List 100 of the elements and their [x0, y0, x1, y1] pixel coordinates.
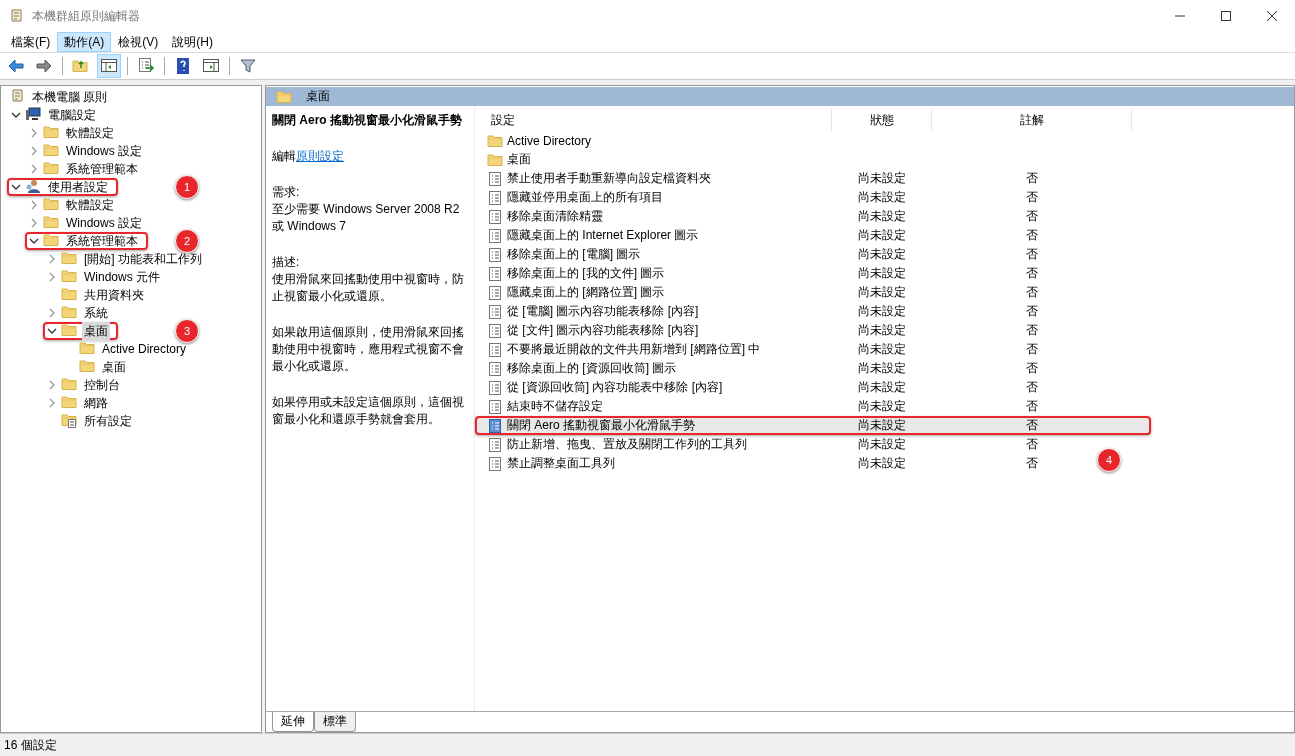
setting-name[interactable]: 移除桌面上的 [我的文件] 圖示: [507, 265, 665, 282]
folder-up-icon[interactable]: [72, 57, 90, 75]
tree-item[interactable]: 共用資料夾: [82, 285, 146, 305]
setting-name[interactable]: 隱藏並停用桌面上的所有項目: [507, 189, 663, 206]
chevron-right-icon[interactable]: [47, 308, 57, 318]
folder-name[interactable]: 桌面: [507, 151, 531, 168]
menu-item[interactable]: 說明(H): [165, 32, 220, 52]
setting-name[interactable]: 禁止調整桌面工具列: [507, 455, 615, 472]
list-row[interactable]: 移除桌面上的 [電腦] 圖示 尚未設定 否: [475, 245, 1080, 264]
setting-name[interactable]: 移除桌面清除精靈: [507, 208, 603, 225]
tree-item[interactable]: 本機電腦 原則: [30, 87, 110, 107]
chevron-right-icon[interactable]: [47, 272, 57, 282]
policy-settings-link[interactable]: 原則設定: [296, 149, 344, 163]
setting-name[interactable]: 從 [資源回收筒] 內容功能表中移除 [內容]: [507, 379, 723, 396]
list-row[interactable]: 移除桌面清除精靈 尚未設定 否: [475, 207, 1080, 226]
setting-name[interactable]: 移除桌面上的 [資源回收筒] 圖示: [507, 360, 677, 377]
forward-arrow-icon[interactable]: [35, 57, 53, 75]
list-row[interactable]: 結束時不儲存設定 尚未設定 否: [475, 397, 1080, 416]
list-row[interactable]: 禁止調整桌面工具列 尚未設定 否: [475, 454, 1080, 473]
tree-item[interactable]: 軟體設定: [64, 195, 116, 215]
chevron-right-icon[interactable]: [29, 218, 39, 228]
setting-icon: [487, 322, 503, 339]
setting-name[interactable]: 移除桌面上的 [電腦] 圖示: [507, 246, 641, 263]
chevron-down-icon[interactable]: [11, 182, 21, 192]
chevron-down-icon[interactable]: [11, 110, 21, 120]
folder-name[interactable]: Active Directory: [507, 133, 592, 148]
chevron-down-icon[interactable]: [29, 236, 39, 246]
list-row[interactable]: 防止新增、拖曳、置放及關閉工作列的工具列 尚未設定 否: [475, 435, 1080, 454]
menu-item[interactable]: 檢視(V): [111, 32, 166, 52]
list-row[interactable]: 從 [資源回收筒] 內容功能表中移除 [內容] 尚未設定 否: [475, 378, 1080, 397]
tree-item[interactable]: 軟體設定: [64, 123, 116, 143]
chevron-right-icon[interactable]: [29, 146, 39, 156]
chevron-right-icon[interactable]: [29, 164, 39, 174]
column-header[interactable]: 狀態: [832, 109, 932, 131]
tree-item[interactable]: 系統管理範本: [64, 231, 140, 251]
chevron-right-icon[interactable]: [29, 200, 39, 210]
setting-name[interactable]: 不要將最近開啟的文件共用新增到 [網路位置] 中: [507, 341, 761, 358]
column-header[interactable]: 設定: [475, 109, 832, 131]
tree-item[interactable]: 電腦設定: [46, 105, 98, 125]
tree-item[interactable]: Active Directory: [100, 341, 189, 357]
list-row[interactable]: 不要將最近開啟的文件共用新增到 [網路位置] 中 尚未設定 否: [475, 340, 1080, 359]
tree-item[interactable]: Windows 設定: [64, 213, 144, 233]
chevron-right-icon[interactable]: [47, 254, 57, 264]
list-row[interactable]: 隱藏桌面上的 [網路位置] 圖示 尚未設定 否: [475, 283, 1080, 302]
tree-item[interactable]: 系統管理範本: [64, 159, 140, 179]
state-cell-text: 尚未設定: [857, 398, 907, 415]
tree-item[interactable]: 系統: [82, 303, 110, 323]
chevron-down-icon[interactable]: [47, 326, 57, 336]
tree-item[interactable]: Windows 設定: [64, 141, 144, 161]
maximize-icon[interactable]: [1221, 11, 1231, 21]
state-cell-text: 尚未設定: [857, 189, 907, 206]
list-row[interactable]: 隱藏並停用桌面上的所有項目 尚未設定 否: [475, 188, 1080, 207]
list-row[interactable]: 禁止使用者手動重新導向設定檔資料夾 尚未設定 否: [475, 169, 1080, 188]
tree-item[interactable]: 控制台: [82, 375, 122, 395]
tree-item[interactable]: 網路: [82, 393, 110, 413]
list-row[interactable]: 隱藏桌面上的 Internet Explorer 圖示 尚未設定 否: [475, 226, 1080, 245]
setting-name[interactable]: 防止新增、拖曳、置放及關閉工作列的工具列: [507, 436, 747, 453]
close-icon[interactable]: [1267, 11, 1277, 21]
state-cell-text: 尚未設定: [857, 170, 907, 187]
state-cell-text: 尚未設定: [857, 284, 907, 301]
tree-item[interactable]: 桌面: [82, 321, 110, 341]
tree-item[interactable]: 桌面: [100, 357, 128, 377]
pane-title: 桌面: [306, 88, 330, 105]
setting-name[interactable]: 結束時不儲存設定: [507, 398, 603, 415]
setting-name[interactable]: 關閉 Aero 搖動視窗最小化滑鼠手勢: [507, 417, 695, 434]
comment-cell-text: 否: [1025, 417, 1039, 434]
description-text: 如果啟用這個原則，使用滑鼠來回搖動使用中視窗時，應用程式視窗不會最小化或還原。: [272, 325, 464, 373]
folder-icon: [43, 195, 59, 212]
chevron-right-icon[interactable]: [47, 398, 57, 408]
user-icon: [25, 177, 41, 194]
tree-pane-icon[interactable]: [100, 57, 118, 75]
state-cell-text: 尚未設定: [857, 227, 907, 244]
tree-item[interactable]: Windows 元件: [82, 267, 162, 287]
folder-icon: [487, 151, 503, 168]
list-row[interactable]: 從 [文件] 圖示內容功能表移除 [內容] 尚未設定 否: [475, 321, 1080, 340]
folder-icon: [43, 159, 59, 176]
comment-cell-text: 否: [1025, 398, 1039, 415]
filter-icon[interactable]: [239, 57, 257, 75]
menu-item[interactable]: 檔案(F): [4, 32, 58, 52]
back-arrow-icon[interactable]: [7, 57, 25, 75]
tree-item[interactable]: 使用者設定: [46, 177, 110, 197]
setting-name[interactable]: 禁止使用者手動重新導向設定檔資料夾: [507, 170, 711, 187]
column-header[interactable]: 註解: [932, 109, 1132, 131]
view-tab[interactable]: 標準: [314, 712, 356, 732]
list-row[interactable]: 從 [電腦] 圖示內容功能表移除 [內容] 尚未設定 否: [475, 302, 1080, 321]
chevron-right-icon[interactable]: [47, 380, 57, 390]
view-tab[interactable]: 延伸: [272, 712, 314, 732]
setting-name[interactable]: 從 [文件] 圖示內容功能表移除 [內容]: [507, 322, 699, 339]
setting-name[interactable]: 隱藏桌面上的 [網路位置] 圖示: [507, 284, 665, 301]
action-pane-icon[interactable]: [202, 57, 220, 75]
setting-name[interactable]: 隱藏桌面上的 Internet Explorer 圖示: [507, 227, 699, 244]
menu-item[interactable]: 動作(A): [57, 32, 112, 52]
tree-item[interactable]: 所有設定: [82, 411, 134, 431]
list-row[interactable]: 移除桌面上的 [資源回收筒] 圖示 尚未設定 否: [475, 359, 1080, 378]
folder-icon: [61, 267, 77, 284]
chevron-right-icon[interactable]: [29, 128, 39, 138]
help-icon[interactable]: [174, 57, 192, 75]
setting-name[interactable]: 從 [電腦] 圖示內容功能表移除 [內容]: [507, 303, 699, 320]
list-row[interactable]: 移除桌面上的 [我的文件] 圖示 尚未設定 否: [475, 264, 1080, 283]
export-list-icon[interactable]: [137, 57, 155, 75]
